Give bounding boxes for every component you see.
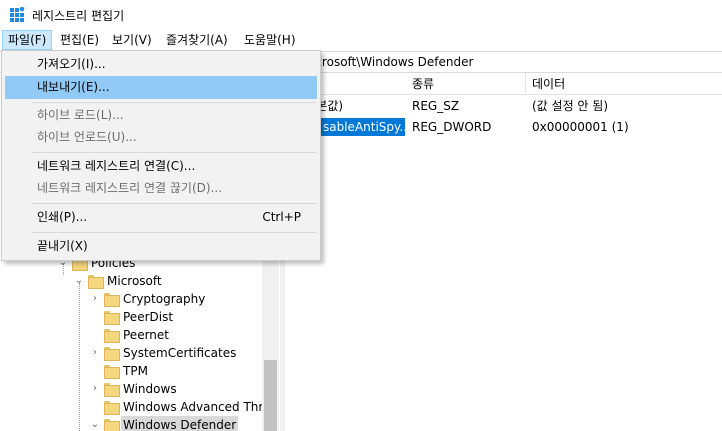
menu-item-label: 네트워크 레지스트리 연결 끊기(D)... [37, 181, 223, 195]
tree-item-label: Windows Defender [121, 416, 239, 431]
menu-file[interactable]: 파일(F) [2, 30, 53, 50]
title-bar: 레지스트리 편집기 [0, 0, 722, 30]
value-type: REG_DWORD [412, 120, 492, 134]
address-path: icrosoft\Windows Defender [312, 55, 474, 69]
menu-item-label: 하이브 언로드(U)... [37, 130, 137, 144]
tree-item-label: Microsoft [107, 274, 162, 288]
menu-item-label: 가져오기(I)... [37, 57, 106, 71]
tree-item[interactable]: Windows Advanced Threa [0, 398, 278, 416]
menu-item-import[interactable]: 가져오기(I)... [5, 53, 317, 76]
tree-scrollbar-thumb[interactable] [264, 360, 277, 431]
menu-item-exit[interactable]: 끝내기(X) [5, 235, 317, 258]
menu-item-export[interactable]: 내보내기(E)... [5, 76, 317, 99]
chevron-right-icon[interactable]: › [90, 291, 100, 307]
chevron-down-icon[interactable]: ⌄ [90, 417, 100, 431]
menu-item-disconnect-network-registry: 네트워크 레지스트리 연결 끊기(D)... [5, 177, 317, 200]
menu-separator [32, 102, 316, 103]
tree-item[interactable]: › Windows [0, 380, 262, 398]
menu-view[interactable]: 보기(V) [107, 30, 157, 50]
value-name-selected[interactable]: sableAntiSpy... [320, 118, 405, 136]
chevron-right-icon[interactable]: › [90, 381, 100, 397]
menu-item-label: 인쇄(P)... [37, 210, 88, 224]
folder-icon [104, 419, 120, 431]
menu-item-load-hive: 하이브 로드(L)... [5, 104, 317, 127]
folder-icon [104, 311, 120, 325]
tree-item[interactable]: Peernet [0, 326, 262, 344]
tree-item-label: Windows Advanced Threa [123, 400, 278, 414]
folder-icon [104, 365, 120, 379]
registry-editor-icon [10, 7, 25, 22]
value-data: 0x00000001 (1) [532, 120, 629, 134]
folder-icon [104, 383, 120, 397]
menu-separator [32, 203, 316, 204]
menu-item-label: 내보내기(E)... [37, 80, 110, 94]
menu-help[interactable]: 도움말(H) [239, 30, 301, 50]
tree-item[interactable]: TPM [0, 362, 262, 380]
tree-item-label: Peernet [123, 328, 169, 342]
window-title: 레지스트리 편집기 [32, 9, 125, 23]
menu-separator [32, 232, 316, 233]
file-menu-dropdown: 가져오기(I)... 내보내기(E)... 하이브 로드(L)... 하이브 언… [1, 50, 321, 261]
tree-item-label: Windows [123, 382, 177, 396]
tree-item-label: Cryptography [123, 292, 206, 306]
column-header-type[interactable]: 종류 [406, 73, 526, 95]
value-type: REG_SZ [412, 99, 460, 113]
menu-separator [32, 152, 316, 153]
menu-favorites[interactable]: 즐겨찾기(A) [161, 30, 233, 50]
menu-item-label: 끝내기(X) [37, 239, 88, 253]
menu-item-print[interactable]: 인쇄(P)... Ctrl+P [5, 206, 317, 229]
menu-item-label: 하이브 로드(L)... [37, 108, 124, 122]
menu-item-label: 네트워크 레지스트리 연결(C)... [37, 159, 196, 173]
tree-item[interactable]: ⌄ Microsoft [0, 272, 262, 290]
folder-icon [88, 275, 104, 289]
folder-icon [104, 347, 120, 361]
tree-item[interactable]: › Cryptography [0, 290, 262, 308]
menu-edit[interactable]: 편집(E) [55, 30, 104, 50]
tree-item-label: SystemCertificates [123, 346, 237, 360]
menu-bar: 파일(F) 편집(E) 보기(V) 즐겨찾기(A) 도움말(H) [0, 30, 722, 50]
value-data: (값 설정 안 됨) [532, 99, 609, 113]
folder-icon [104, 401, 120, 415]
column-header-data[interactable]: 데이터 [526, 73, 722, 95]
folder-icon [104, 329, 120, 343]
folder-icon [104, 293, 120, 307]
tree-item[interactable]: PeerDist [0, 308, 262, 326]
values-pane[interactable]: 종류 데이터 l본값) REG_SZ (값 설정 안 됨) sableAntiS… [285, 73, 722, 431]
chevron-right-icon[interactable]: › [90, 345, 100, 361]
menu-item-shortcut: Ctrl+P [262, 210, 301, 224]
tree-item[interactable]: › SystemCertificates [0, 344, 262, 362]
tree-item-selected[interactable]: ⌄ Windows Defender [0, 416, 262, 431]
menu-item-unload-hive: 하이브 언로드(U)... [5, 126, 317, 149]
chevron-down-icon[interactable]: ⌄ [74, 273, 84, 289]
menu-item-connect-network-registry[interactable]: 네트워크 레지스트리 연결(C)... [5, 155, 317, 178]
tree-item-label: TPM [123, 364, 148, 378]
tree-item-label: PeerDist [123, 310, 174, 324]
